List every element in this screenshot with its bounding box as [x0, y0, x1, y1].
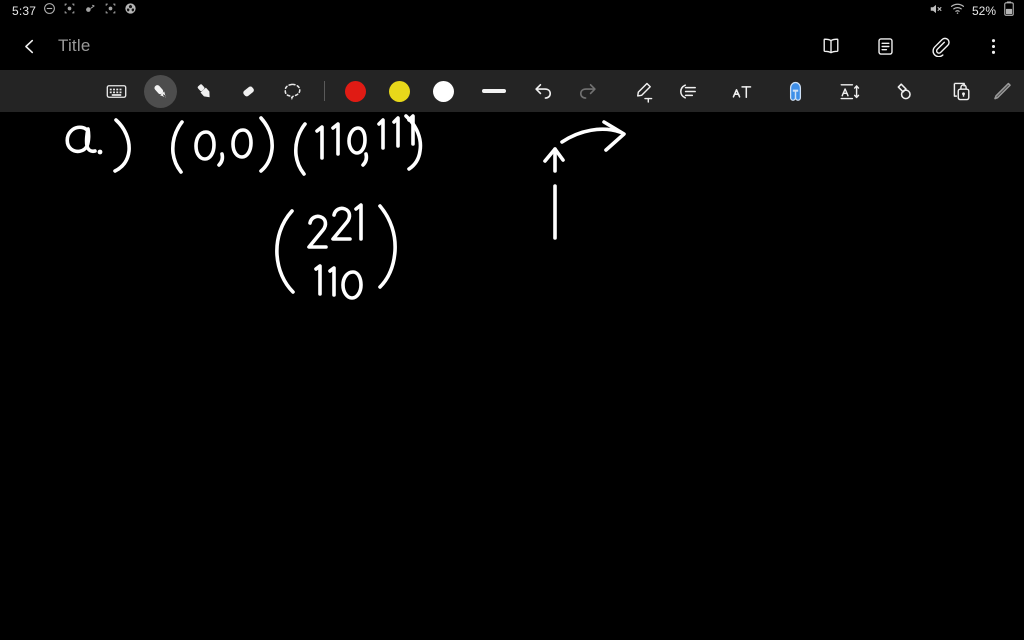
ink-coordinate-pair — [294, 114, 423, 176]
redo-icon[interactable] — [566, 70, 610, 112]
stroke-thickness-icon[interactable] — [466, 70, 522, 112]
color-swatch-yellow-dot — [389, 80, 411, 102]
toolbar-colors-group — [334, 70, 522, 112]
page-title[interactable]: Title — [58, 36, 91, 56]
status-clock: 5:37 — [12, 4, 37, 18]
handwriting-ink-layer — [65, 114, 626, 300]
color-swatch-red-dot — [345, 80, 367, 102]
ink-label-a — [65, 118, 131, 173]
wifi-icon — [950, 2, 965, 20]
collapse-toolbar-pen-icon[interactable] — [984, 70, 1020, 112]
pen-to-text-icon[interactable] — [622, 70, 666, 112]
pen-icon[interactable] — [139, 70, 183, 112]
app-badge-icon-1 — [63, 2, 76, 20]
color-swatch-yellow[interactable] — [378, 70, 422, 112]
ink-coordinate-origin — [171, 116, 274, 174]
stroke-thickness-bar — [481, 89, 506, 93]
toolbar-divider-1 — [323, 81, 325, 101]
assistant-icon[interactable] — [774, 70, 818, 112]
keyboard-icon[interactable] — [95, 70, 139, 112]
title-bar-left: Title — [16, 33, 91, 59]
battery-percent-label: 52% — [971, 4, 996, 18]
attachment-icon[interactable] — [926, 33, 952, 59]
reading-mode-icon[interactable] — [818, 33, 844, 59]
highlighter-icon[interactable] — [183, 70, 227, 112]
eraser-icon[interactable] — [227, 70, 271, 112]
undo-icon[interactable] — [522, 70, 566, 112]
app-badge-icon-3 — [104, 2, 117, 20]
shape-merge-icon[interactable] — [882, 70, 926, 112]
lock-page-icon[interactable] — [940, 70, 984, 112]
overflow-menu-icon[interactable] — [980, 33, 1006, 59]
note-canvas[interactable] — [0, 114, 1024, 640]
status-bar-left: 5:37 — [12, 2, 137, 20]
do-not-disturb-icon — [43, 2, 56, 20]
battery-icon — [1004, 1, 1014, 21]
back-chevron-icon[interactable] — [16, 33, 42, 59]
lasso-select-icon[interactable] — [271, 70, 315, 112]
note-list-icon[interactable] — [872, 33, 898, 59]
app-badge-icon-2 — [83, 2, 97, 20]
status-bar-right: 52% — [929, 1, 1014, 21]
text-spacing-icon[interactable] — [828, 70, 872, 112]
color-swatch-red[interactable] — [334, 70, 378, 112]
ink-arrow-up — [543, 147, 565, 240]
toolbar-actions-group — [522, 70, 984, 112]
color-swatch-white-dot — [433, 80, 455, 102]
ink-arrow-right — [560, 120, 626, 152]
color-swatch-white[interactable] — [422, 70, 466, 112]
toolbar-tools-group — [95, 70, 315, 112]
title-bar-actions — [818, 33, 1010, 59]
text-recognition-icon[interactable] — [720, 70, 764, 112]
volume-muted-icon — [929, 2, 943, 21]
title-bar: Title — [0, 22, 1024, 70]
ink-matrix — [275, 203, 397, 300]
drawing-toolbar — [0, 70, 1024, 112]
app-badge-icon-4 — [124, 2, 137, 20]
status-bar: 5:37 52% — [0, 0, 1024, 22]
align-strokes-icon[interactable] — [666, 70, 710, 112]
